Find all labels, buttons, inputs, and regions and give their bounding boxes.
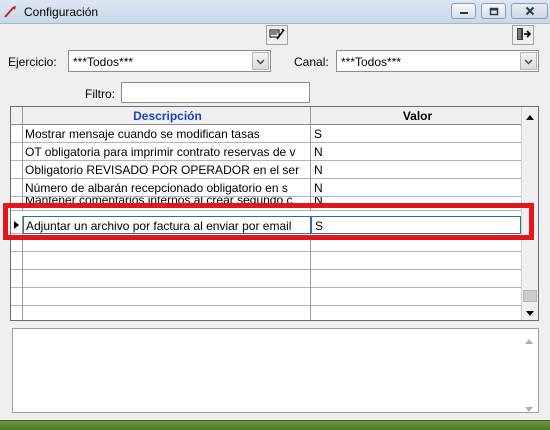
scroll-up-button[interactable] <box>522 107 538 124</box>
arrow-up-icon <box>526 109 534 123</box>
empty-row <box>11 288 521 306</box>
empty-row <box>11 306 521 320</box>
canal-dropdown-button[interactable] <box>520 52 537 70</box>
title-bar[interactable]: Configuración <box>0 0 550 24</box>
empty-cell <box>23 288 311 306</box>
row-indicator <box>11 270 23 288</box>
highlight-annotation <box>3 203 534 240</box>
cell-descripcion[interactable]: OT obligatoria para imprimir contrato re… <box>23 143 311 161</box>
ejercicio-label: Ejercicio: <box>8 55 57 69</box>
cell-descripcion[interactable]: Número de albarán recepcionado obligator… <box>23 179 311 197</box>
row-indicator <box>11 143 23 161</box>
column-header-valor[interactable]: Valor <box>311 107 521 125</box>
empty-cell <box>23 252 311 270</box>
cell-descripcion[interactable]: Obligatorio REVISADO POR OPERADOR en el … <box>23 161 311 179</box>
close-icon <box>525 6 535 16</box>
cell-valor[interactable]: N <box>311 143 521 161</box>
empty-cell <box>311 288 521 306</box>
row-indicator <box>11 161 23 179</box>
window-title: Configuración <box>24 5 99 19</box>
chevron-down-icon <box>524 54 533 68</box>
exit-door-icon <box>515 26 532 45</box>
row-indicator <box>11 306 23 320</box>
canal-select[interactable]: ***Todos*** <box>336 50 539 72</box>
empty-cell <box>23 270 311 288</box>
canal-label: Canal: <box>294 55 329 69</box>
description-memo[interactable] <box>12 328 539 413</box>
row-indicator <box>11 179 23 197</box>
filtro-label: Filtro: <box>85 87 115 101</box>
empty-cell <box>311 306 521 320</box>
arrow-up-icon <box>525 333 533 347</box>
minimize-button[interactable] <box>451 3 476 19</box>
table-row[interactable]: Obligatorio REVISADO POR OPERADOR en el … <box>11 161 521 179</box>
maximize-button[interactable] <box>481 3 506 19</box>
table-row[interactable]: Número de albarán recepcionado obligator… <box>11 179 521 197</box>
edit-record-icon <box>269 27 285 44</box>
empty-cell <box>311 252 521 270</box>
row-indicator <box>11 125 23 143</box>
cell-descripcion[interactable]: Mostrar mensaje cuando se modifican tasa… <box>23 125 311 143</box>
arrow-down-icon <box>525 401 533 415</box>
taskbar-strip <box>0 420 550 430</box>
cell-valor[interactable]: S <box>311 125 521 143</box>
empty-row <box>11 270 521 288</box>
maximize-icon <box>489 7 499 16</box>
edit-record-button[interactable] <box>266 25 288 45</box>
empty-row <box>11 252 521 270</box>
chevron-down-icon <box>256 54 265 68</box>
row-indicator-header <box>11 107 23 125</box>
minimize-icon <box>459 7 469 15</box>
exit-button[interactable] <box>512 25 534 45</box>
cell-valor[interactable]: N <box>311 179 521 197</box>
configuracion-window: Configuración Ejercicio: ***Todos*** Can… <box>0 0 550 430</box>
cell-valor[interactable]: N <box>311 161 521 179</box>
row-indicator <box>11 288 23 306</box>
empty-cell <box>23 306 311 320</box>
table-row[interactable]: Mostrar mensaje cuando se modifican tasa… <box>11 125 521 143</box>
ejercicio-dropdown-button[interactable] <box>252 52 269 70</box>
filtro-input[interactable] <box>121 82 310 103</box>
canal-select-value: ***Todos*** <box>341 55 402 69</box>
row-indicator <box>11 252 23 270</box>
arrow-down-icon <box>526 305 534 319</box>
empty-cell <box>311 270 521 288</box>
close-button[interactable] <box>511 3 548 19</box>
ejercicio-select-value: ***Todos*** <box>73 55 134 69</box>
ejercicio-select[interactable]: ***Todos*** <box>68 50 271 72</box>
app-icon <box>3 4 19 20</box>
table-row[interactable]: OT obligatoria para imprimir contrato re… <box>11 143 521 161</box>
scroll-thumb[interactable] <box>523 290 537 302</box>
memo-scrollbar[interactable] <box>521 329 538 412</box>
column-header-descripcion[interactable]: Descripción <box>23 107 311 125</box>
scroll-down-button[interactable] <box>522 303 538 320</box>
grid-header: Descripción Valor <box>11 107 521 125</box>
